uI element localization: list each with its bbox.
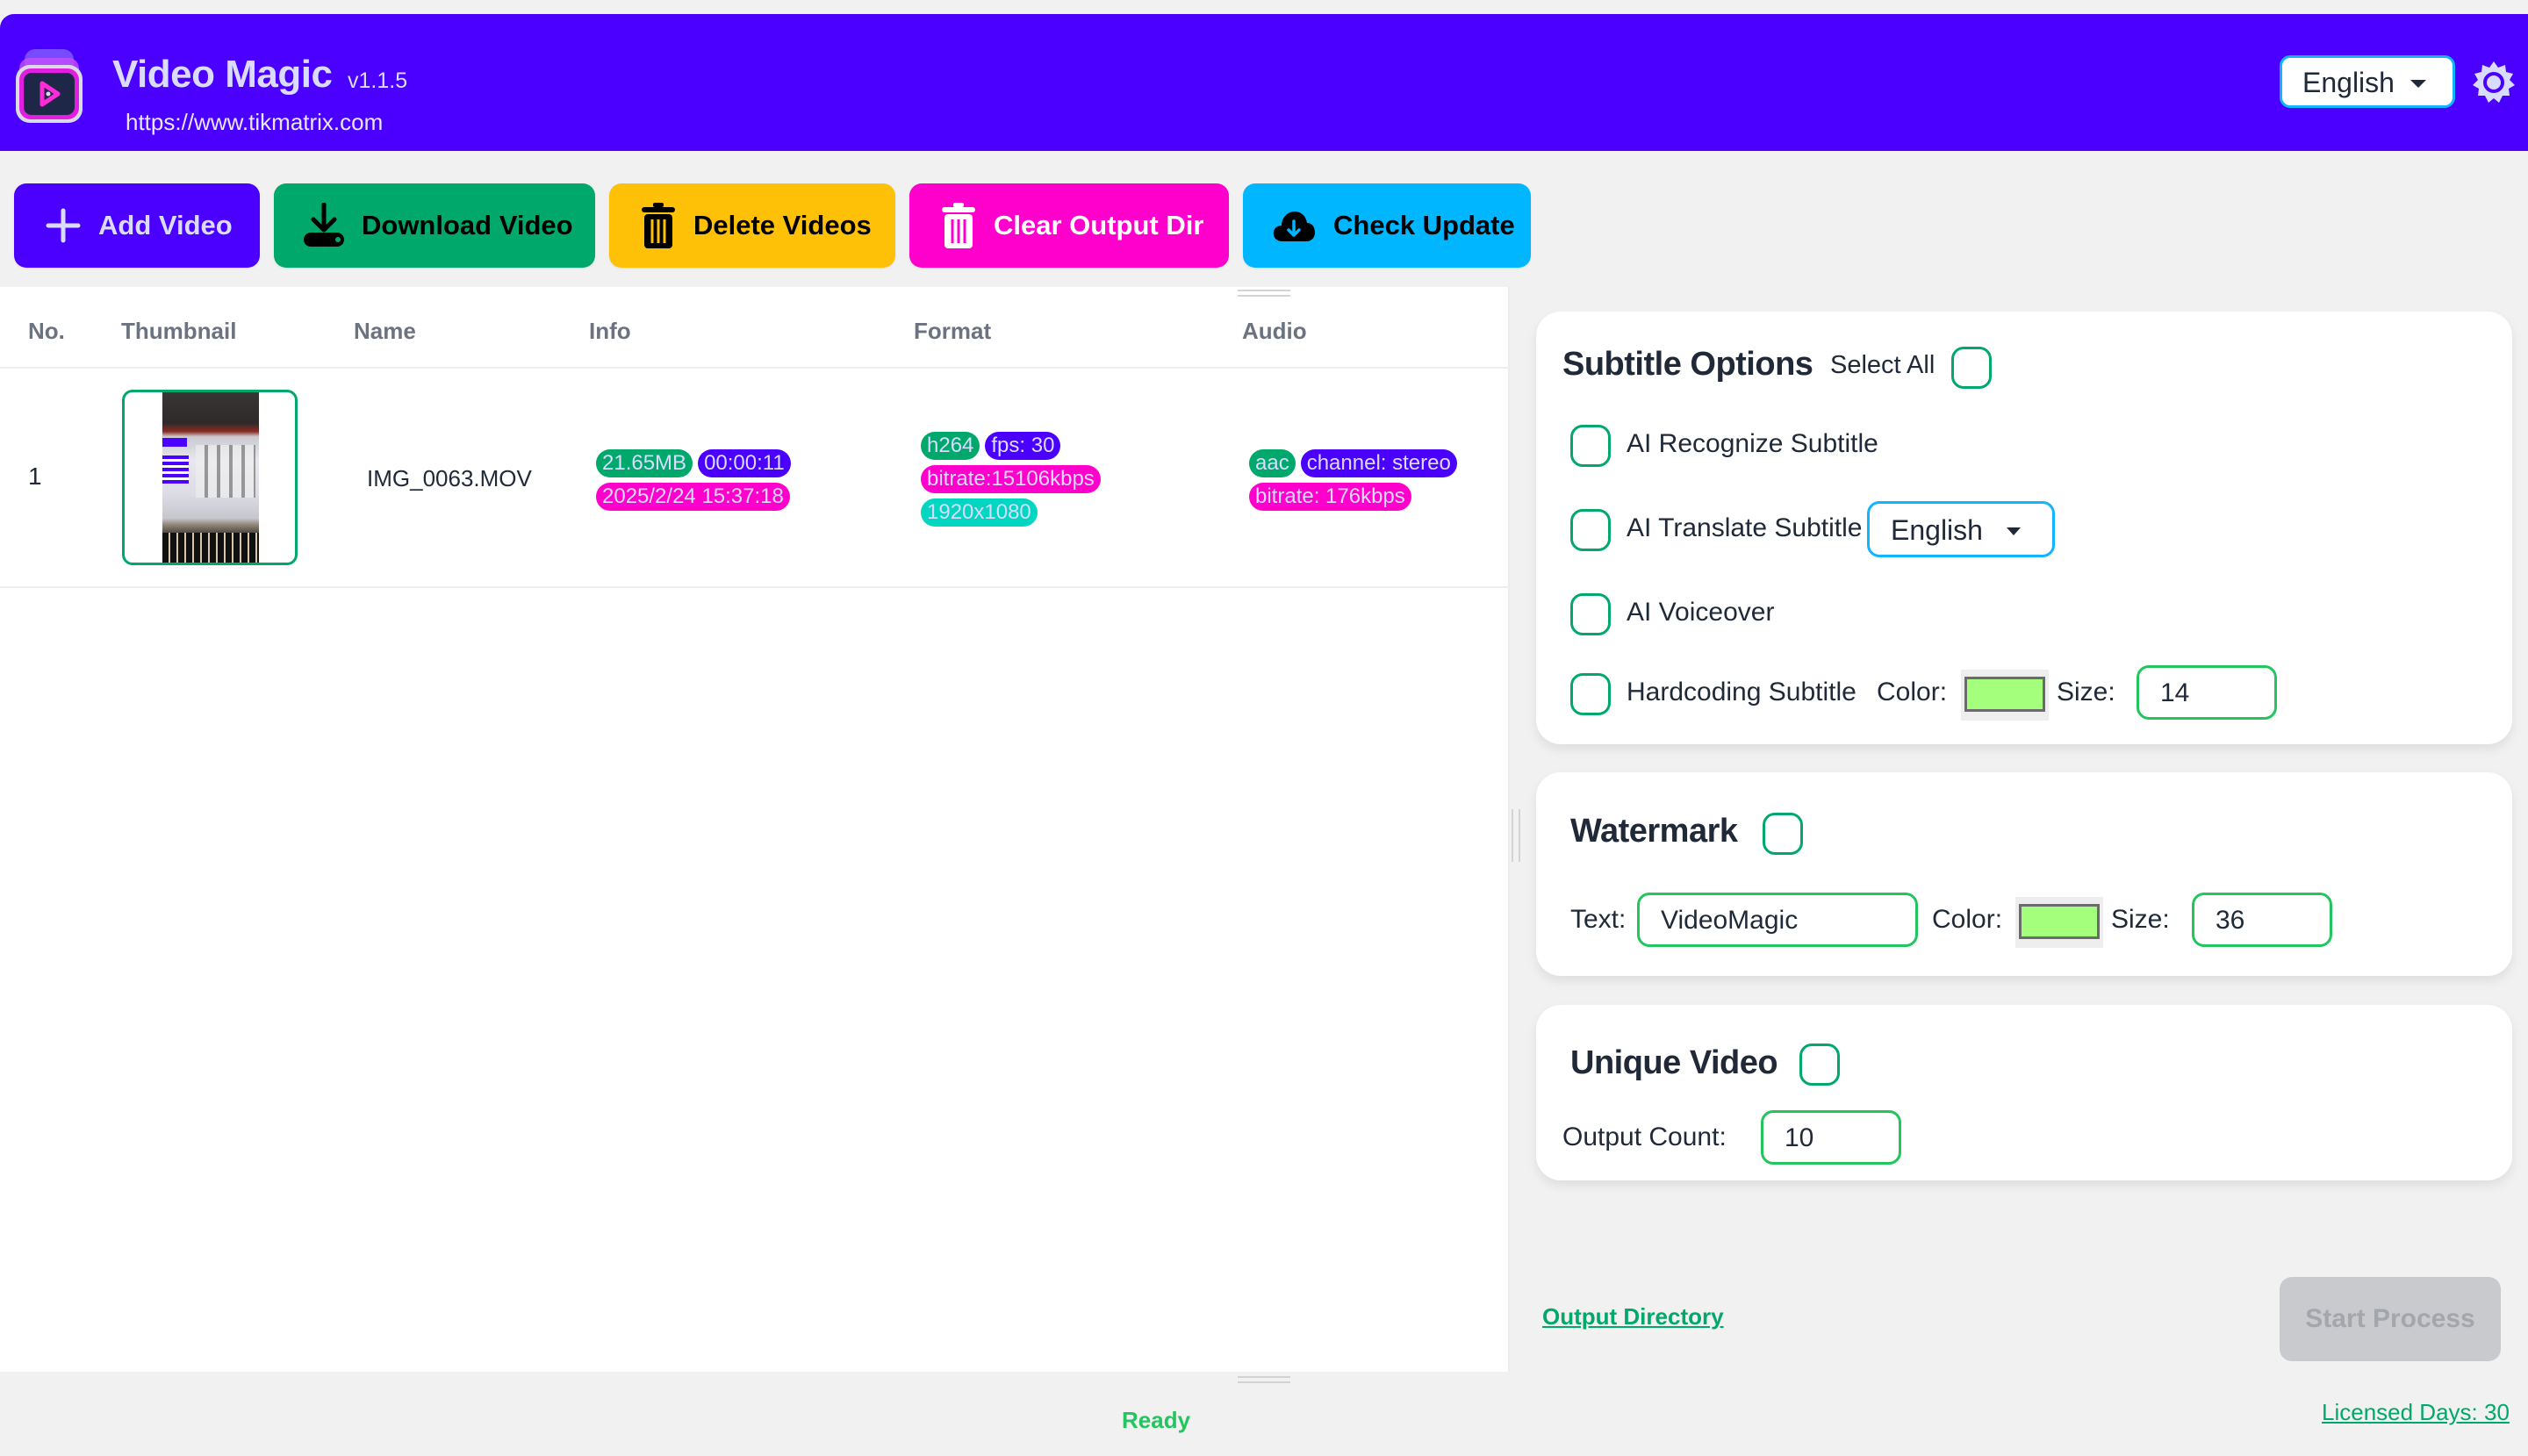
resize-handle-vertical[interactable] xyxy=(1512,809,1520,862)
status-text: Ready xyxy=(1122,1407,1191,1433)
ai-recognize-subtitle-checkbox[interactable] xyxy=(1570,425,1611,467)
subtitle-color-label: Color: xyxy=(1877,678,1948,706)
start-process-button[interactable]: Start Process xyxy=(2280,1277,2501,1361)
subtitle-size-label: Size: xyxy=(2057,678,2115,706)
header-divider xyxy=(0,367,1510,369)
info-badges: 21.65MB 00:00:11 2025/2/24 15:37:18 xyxy=(596,449,791,511)
download-video-button[interactable]: Download Video xyxy=(274,183,595,268)
watermark-checkbox[interactable] xyxy=(1763,813,1803,855)
column-header-name[interactable]: Name xyxy=(354,318,416,345)
thumbnail-image xyxy=(162,392,259,563)
check-update-button[interactable]: Check Update xyxy=(1243,183,1531,268)
subtitle-size-input[interactable]: 14 xyxy=(2137,665,2277,720)
app-title: Video Magic xyxy=(112,53,333,96)
column-header-audio[interactable]: Audio xyxy=(1242,318,1307,345)
video-name: IMG_0063.MOV xyxy=(367,465,532,491)
clear-output-dir-label: Clear Output Dir xyxy=(994,210,1204,240)
delete-videos-label: Delete Videos xyxy=(693,210,872,240)
translate-language-value: English xyxy=(1891,514,1983,546)
gear-icon[interactable] xyxy=(2471,60,2517,105)
hardcoding-subtitle-checkbox[interactable] xyxy=(1570,673,1611,715)
file-size-badge: 21.65MB xyxy=(596,449,693,477)
output-count-input[interactable]: 10 xyxy=(1761,1110,1901,1165)
resize-handle-bottom[interactable] xyxy=(1238,1376,1290,1383)
unique-video-checkbox[interactable] xyxy=(1799,1044,1840,1086)
app-header: Video Magic v1.1.5 https://www.tikmatrix… xyxy=(0,14,2528,151)
row-divider xyxy=(0,586,1510,588)
language-select[interactable]: English xyxy=(2280,55,2455,108)
ai-voiceover-label: AI Voiceover xyxy=(1627,598,1775,627)
watermark-text-input[interactable]: VideoMagic xyxy=(1637,893,1918,947)
unique-video-card xyxy=(1536,1005,2512,1180)
delete-videos-button[interactable]: Delete Videos xyxy=(609,183,895,268)
output-count-value: 10 xyxy=(1785,1123,1814,1152)
resize-handle-top[interactable] xyxy=(1238,290,1290,297)
translate-language-select[interactable]: English xyxy=(1867,501,2055,557)
check-update-label: Check Update xyxy=(1333,210,1515,240)
watermark-size-input[interactable]: 36 xyxy=(2192,893,2332,947)
watermark-text-label: Text: xyxy=(1570,905,1627,934)
trash-icon xyxy=(942,203,975,248)
column-header-no[interactable]: No. xyxy=(28,318,65,345)
select-all-checkbox[interactable] xyxy=(1951,347,1992,389)
watermark-size-label: Size: xyxy=(2111,905,2170,934)
cloud-download-icon xyxy=(1273,212,1315,241)
fps-badge: fps: 30 xyxy=(985,432,1061,460)
download-icon xyxy=(304,203,344,247)
row-number: 1 xyxy=(28,463,42,490)
resolution-badge: 1920x1080 xyxy=(921,498,1038,527)
video-codec-badge: h264 xyxy=(921,432,980,460)
column-header-thumbnail[interactable]: Thumbnail xyxy=(121,318,236,345)
audio-badges: aac channel: stereo bitrate: 176kbps xyxy=(1249,449,1457,511)
audio-channel-badge: channel: stereo xyxy=(1300,449,1457,477)
format-badges: h264 fps: 30 bitrate:15106kbps 1920x1080 xyxy=(921,432,1101,527)
hardcoding-subtitle-label: Hardcoding Subtitle xyxy=(1627,678,1856,706)
column-header-info[interactable]: Info xyxy=(589,318,631,345)
output-count-label: Output Count: xyxy=(1562,1122,1727,1151)
chevron-down-icon xyxy=(2007,527,2021,535)
trash-icon xyxy=(642,203,675,248)
subtitle-color-swatch xyxy=(1964,677,2045,712)
video-bitrate-badge: bitrate:15106kbps xyxy=(921,465,1101,493)
audio-bitrate-badge: bitrate: 176kbps xyxy=(1249,483,1411,511)
licensed-days-link[interactable]: Licensed Days: 30 xyxy=(2322,1399,2510,1426)
ai-recognize-subtitle-label: AI Recognize Subtitle xyxy=(1627,429,1878,458)
watermark-color-label: Color: xyxy=(1932,905,2003,934)
clear-output-dir-button[interactable]: Clear Output Dir xyxy=(909,183,1229,268)
status-bar xyxy=(0,1385,2528,1456)
watermark-text-value: VideoMagic xyxy=(1661,906,1799,935)
watermark-color-swatch xyxy=(2019,904,2100,939)
audio-codec-badge: aac xyxy=(1249,449,1296,477)
app-logo-icon xyxy=(16,49,83,123)
ai-voiceover-checkbox[interactable] xyxy=(1570,593,1611,635)
app-version: v1.1.5 xyxy=(348,68,408,93)
subtitle-color-picker[interactable] xyxy=(1961,670,2049,721)
ai-translate-subtitle-label: AI Translate Subtitle xyxy=(1627,513,1863,542)
start-process-label: Start Process xyxy=(2305,1304,2475,1333)
download-video-label: Download Video xyxy=(362,210,573,240)
select-all-label: Select All xyxy=(1830,351,1936,379)
ai-translate-subtitle-checkbox[interactable] xyxy=(1570,509,1611,551)
date-badge: 2025/2/24 15:37:18 xyxy=(596,483,790,511)
watermark-color-picker[interactable] xyxy=(2015,897,2103,948)
language-select-value: English xyxy=(2302,67,2395,98)
duration-badge: 00:00:11 xyxy=(698,449,791,477)
chevron-down-icon xyxy=(2410,80,2426,88)
watermark-title: Watermark xyxy=(1570,813,1738,850)
watermark-size-value: 36 xyxy=(2216,906,2245,935)
video-thumbnail[interactable] xyxy=(122,390,298,565)
unique-video-title: Unique Video xyxy=(1570,1044,1778,1081)
app-url[interactable]: https://www.tikmatrix.com xyxy=(126,109,383,136)
add-video-label: Add Video xyxy=(98,210,233,240)
column-header-format[interactable]: Format xyxy=(914,318,991,345)
plus-icon xyxy=(46,208,81,243)
output-directory-link[interactable]: Output Directory xyxy=(1542,1303,1724,1330)
subtitle-options-title: Subtitle Options xyxy=(1562,346,1813,383)
subtitle-size-value: 14 xyxy=(2160,678,2190,707)
add-video-button[interactable]: Add Video xyxy=(14,183,260,268)
